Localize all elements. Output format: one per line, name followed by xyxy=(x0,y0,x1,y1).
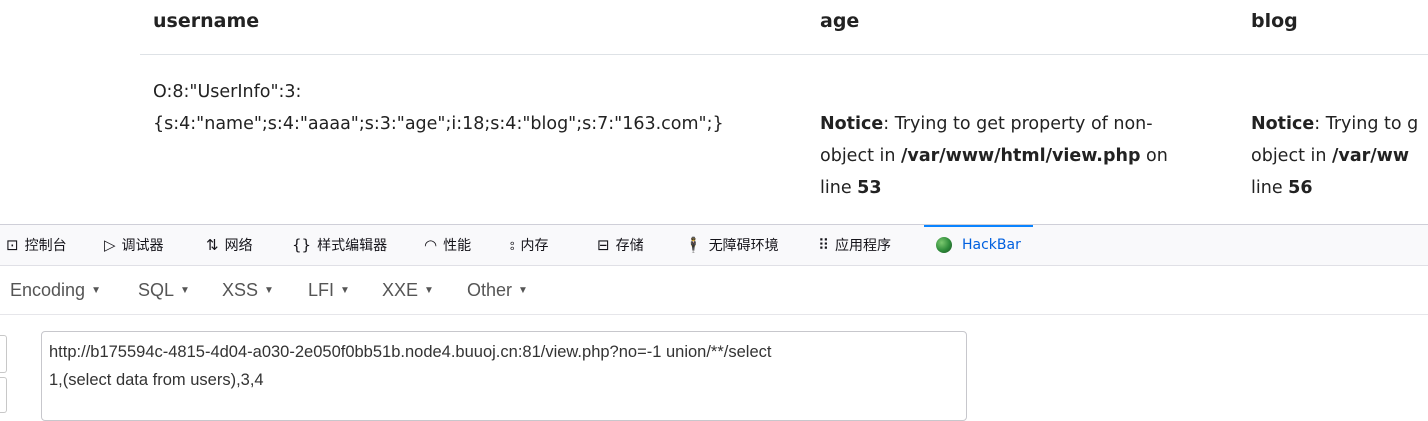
devtools-panel: ⊡ 控制台 ▷ 调试器 ⇅ 网络 {} 样式编辑器 ◠ 性能 ⦂ 内存 ⊟ 存储 🕴 无障碍环境… xyxy=(0,224,1428,421)
menu-label: LFI xyxy=(308,279,335,300)
username-line-1: O:8:"UserInfo":3: xyxy=(153,82,302,102)
hackbar-menu: Encoding ▼ SQL ▼ XSS ▼ LFI ▼ XXE ▼ Other ▼ xyxy=(0,266,1428,315)
blog-cell: Notice: Trying to g object in /var/ww li… xyxy=(1251,108,1418,204)
notice-text: on xyxy=(1140,146,1168,166)
column-header-blog: blog xyxy=(1251,10,1298,32)
notice-text: object in xyxy=(1251,146,1333,166)
tab-label: 内存 xyxy=(520,238,549,254)
tab-hackbar[interactable]: HackBar xyxy=(924,225,1033,265)
notice-label: Notice xyxy=(820,114,884,134)
performance-icon: ◠ xyxy=(424,236,438,254)
caret-down-icon: ▼ xyxy=(424,284,434,296)
memory-icon: ⦂ xyxy=(510,236,515,254)
menu-label: SQL xyxy=(138,279,175,300)
notice-line-number: 56 xyxy=(1288,178,1313,198)
menu-xss[interactable]: XSS ▼ xyxy=(222,266,274,314)
caret-down-icon: ▼ xyxy=(264,284,274,296)
caret-down-icon: ▼ xyxy=(91,284,101,296)
accessibility-icon: 🕴 xyxy=(684,236,703,254)
menu-xxe[interactable]: XXE ▼ xyxy=(382,266,434,314)
tab-label: 性能 xyxy=(443,238,472,254)
age-cell: Notice: Trying to get property of non- o… xyxy=(820,108,1168,204)
network-icon: ⇅ xyxy=(206,236,219,254)
url-text: from users),3,4 xyxy=(148,371,264,389)
storage-icon: ⊟ xyxy=(597,236,610,254)
menu-label: Encoding xyxy=(10,279,86,300)
tab-performance[interactable]: ◠ 性能 xyxy=(424,225,471,265)
notice-text: line xyxy=(820,178,858,198)
notice-path: /var/ww xyxy=(1332,146,1409,166)
tab-console[interactable]: ⊡ 控制台 xyxy=(6,225,67,265)
tab-memory[interactable]: ⦂ 内存 xyxy=(510,225,549,265)
load-url-button[interactable] xyxy=(0,335,7,373)
menu-label: Other xyxy=(467,279,513,300)
menu-lfi[interactable]: LFI ▼ xyxy=(308,266,350,314)
username-cell: O:8:"UserInfo":3: {s:4:"name";s:4:"aaaa"… xyxy=(153,76,724,140)
menu-other[interactable]: Other ▼ xyxy=(467,266,528,314)
tab-storage[interactable]: ⊟ 存储 xyxy=(597,225,644,265)
tab-label: 无障碍环境 xyxy=(708,238,779,254)
debugger-icon: ▷ xyxy=(104,236,116,254)
column-header-username: username xyxy=(153,10,260,32)
column-header-age: age xyxy=(820,10,860,32)
username-line-2: {s:4:"name";s:4:"aaaa";s:3:"age";i:18;s:… xyxy=(153,114,724,134)
tab-debugger[interactable]: ▷ 调试器 xyxy=(104,225,164,265)
tab-accessibility[interactable]: 🕴 无障碍环境 xyxy=(684,225,779,265)
header-divider xyxy=(140,54,1428,55)
notice-text: : Trying to get property of non- xyxy=(883,114,1153,134)
caret-down-icon: ▼ xyxy=(340,284,350,296)
url-text-line-1: http://b175594c-4815-4d04-a030-2e050f0bb… xyxy=(49,343,772,361)
tab-label: HackBar xyxy=(962,237,1021,253)
notice-text: object in xyxy=(820,146,902,166)
menu-label: XSS xyxy=(222,279,259,300)
notice-line-number: 53 xyxy=(857,178,882,198)
tab-style-editor[interactable]: {} 样式编辑器 xyxy=(292,225,387,265)
url-text: 1,(select data xyxy=(49,371,149,389)
tab-label: 样式编辑器 xyxy=(317,238,388,254)
braces-icon: {} xyxy=(292,236,312,254)
tab-network[interactable]: ⇅ 网络 xyxy=(206,225,253,265)
notice-text: : Trying to g xyxy=(1314,114,1419,134)
tab-label: 控制台 xyxy=(24,238,67,254)
tab-label: 存储 xyxy=(615,238,644,254)
caret-down-icon: ▼ xyxy=(180,284,190,296)
tab-label: 网络 xyxy=(224,238,253,254)
hackbar-icon xyxy=(936,237,952,253)
devtools-tabbar: ⊡ 控制台 ▷ 调试器 ⇅ 网络 {} 样式编辑器 ◠ 性能 ⦂ 内存 ⊟ 存储 🕴 无障碍环境… xyxy=(0,225,1428,266)
split-url-button[interactable] xyxy=(0,377,7,413)
page-content: username age blog O:8:"UserInfo":3: {s:4… xyxy=(0,0,1428,224)
menu-label: XXE xyxy=(382,279,419,300)
application-icon: ⠿ xyxy=(818,236,829,254)
console-icon: ⊡ xyxy=(6,236,19,254)
notice-path: /var/www/html/view.php xyxy=(901,146,1141,166)
tab-label: 调试器 xyxy=(121,238,164,254)
menu-sql[interactable]: SQL ▼ xyxy=(138,266,190,314)
tab-label: 应用程序 xyxy=(835,238,891,254)
notice-text: line xyxy=(1251,178,1289,198)
notice-label: Notice xyxy=(1251,114,1315,134)
menu-encoding[interactable]: Encoding ▼ xyxy=(10,266,101,314)
caret-down-icon: ▼ xyxy=(518,284,528,296)
tab-application[interactable]: ⠿ 应用程序 xyxy=(818,225,891,265)
url-text-line-2: 1,(select data from users),3,4 xyxy=(49,371,264,390)
